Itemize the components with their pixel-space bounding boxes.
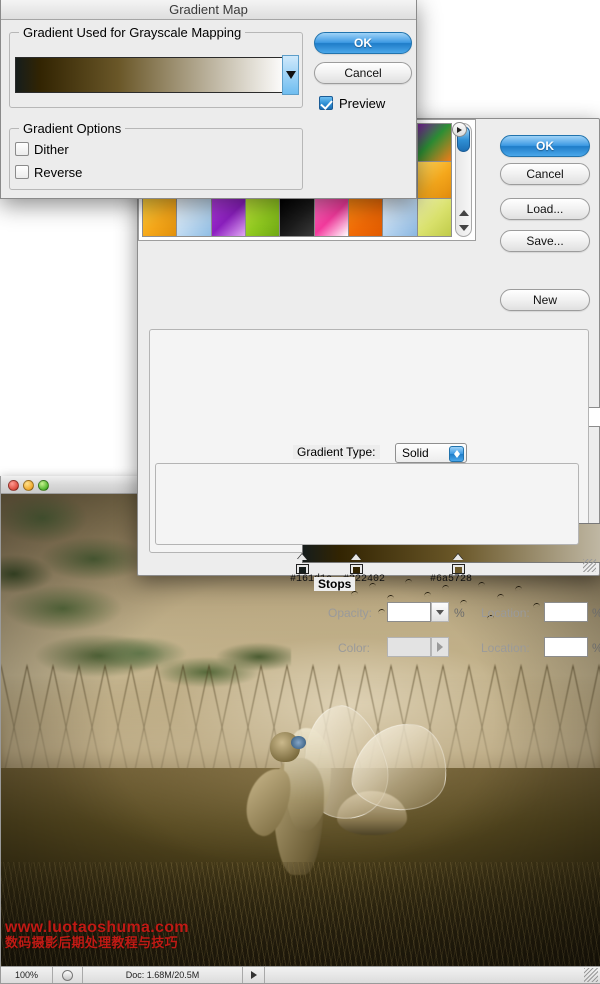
- color-stop-3-hex: #6a5728: [430, 574, 473, 585]
- gradient-preview-swatch[interactable]: [15, 57, 287, 93]
- clock-icon[interactable]: [53, 967, 83, 983]
- opacity-input[interactable]: [387, 602, 431, 622]
- dither-label: Dither: [34, 142, 69, 157]
- gradient-preset-swatch[interactable]: [177, 199, 211, 236]
- reverse-label: Reverse: [34, 165, 83, 180]
- load-button[interactable]: Load...: [500, 198, 590, 220]
- gradient-type-label: Gradient Type:: [293, 445, 380, 459]
- color-label: Color:: [338, 641, 371, 655]
- color-stop-2[interactable]: [350, 554, 363, 574]
- document-status-bar: 100% Doc: 1.68M/20.5M: [1, 966, 600, 983]
- gradient-type-select[interactable]: Solid: [395, 443, 467, 463]
- gradient-options-label: Gradient Options: [19, 121, 126, 136]
- opacity-percent-sign: %: [454, 606, 465, 620]
- stepper-icon[interactable]: [449, 446, 464, 462]
- new-button[interactable]: New: [500, 289, 590, 311]
- reverse-checkbox[interactable]: [15, 165, 29, 179]
- gradient-preset-swatch[interactable]: [417, 124, 451, 161]
- opacity-dropdown-icon[interactable]: [431, 602, 449, 622]
- preview-checkbox[interactable]: [319, 96, 333, 110]
- opacity-location-label: Location:: [481, 606, 530, 620]
- gradient-map-cancel-button[interactable]: Cancel: [314, 62, 412, 84]
- gradient-map-title: Gradient Map: [1, 0, 416, 20]
- gradient-map-ok-button[interactable]: OK: [314, 32, 412, 54]
- presets-scrollbar[interactable]: [455, 123, 472, 237]
- presets-menu-icon[interactable]: [452, 122, 467, 137]
- preview-label: Preview: [339, 96, 386, 111]
- triangle-up-icon[interactable]: [459, 210, 469, 216]
- gradient-type-value: Solid: [402, 446, 429, 460]
- gradient-preset-swatch[interactable]: [348, 199, 383, 236]
- opacity-label: Opacity:: [328, 606, 373, 620]
- color-location-input[interactable]: [544, 637, 588, 657]
- gradient-preset-swatch[interactable]: [211, 199, 245, 236]
- color-stop-1[interactable]: [296, 554, 309, 574]
- color-stop-3[interactable]: [452, 554, 465, 574]
- color-location-label: Location:: [481, 641, 530, 655]
- stops-group-label: Stops: [314, 577, 356, 591]
- zoom-button[interactable]: [38, 480, 49, 491]
- opacity-location-percent-sign: %: [592, 606, 600, 620]
- resize-grip[interactable]: [584, 968, 598, 982]
- dialog-resize-grip[interactable]: [583, 559, 596, 572]
- ok-button[interactable]: OK: [500, 135, 590, 157]
- gradient-picker-triangle-down-icon[interactable]: [282, 55, 299, 95]
- zoom-level[interactable]: 100%: [1, 967, 53, 983]
- opacity-location-input[interactable]: [544, 602, 588, 622]
- grayscale-mapping-label: Gradient Used for Grayscale Mapping: [19, 25, 246, 40]
- dither-checkbox[interactable]: [15, 142, 29, 156]
- color-location-percent-sign: %: [592, 641, 600, 655]
- color-picker-arrow-icon[interactable]: [431, 637, 449, 657]
- cancel-button[interactable]: Cancel: [500, 163, 590, 185]
- stops-group: [155, 463, 579, 545]
- gradient-preset-swatch[interactable]: [280, 199, 314, 236]
- triangle-down-icon[interactable]: [459, 225, 469, 231]
- gradient-preset-swatch[interactable]: [417, 161, 451, 199]
- gradient-preset-swatch[interactable]: [245, 199, 280, 236]
- close-button[interactable]: [8, 480, 19, 491]
- gradient-options-group: [9, 128, 303, 190]
- gradient-preset-swatch[interactable]: [383, 199, 417, 236]
- color-swatch-field[interactable]: [387, 637, 431, 657]
- gradient-preset-swatch[interactable]: [417, 199, 451, 236]
- save-button[interactable]: Save...: [500, 230, 590, 252]
- doc-size-info: Doc: 1.68M/20.5M: [83, 967, 243, 983]
- minimize-button[interactable]: [23, 480, 34, 491]
- gradient-preset-swatch[interactable]: [143, 199, 177, 236]
- triangle-right-icon[interactable]: [243, 967, 265, 983]
- gradient-preset-swatch[interactable]: [314, 199, 348, 236]
- gradient-map-dialog[interactable]: Gradient Map Gradient Used for Grayscale…: [0, 0, 417, 199]
